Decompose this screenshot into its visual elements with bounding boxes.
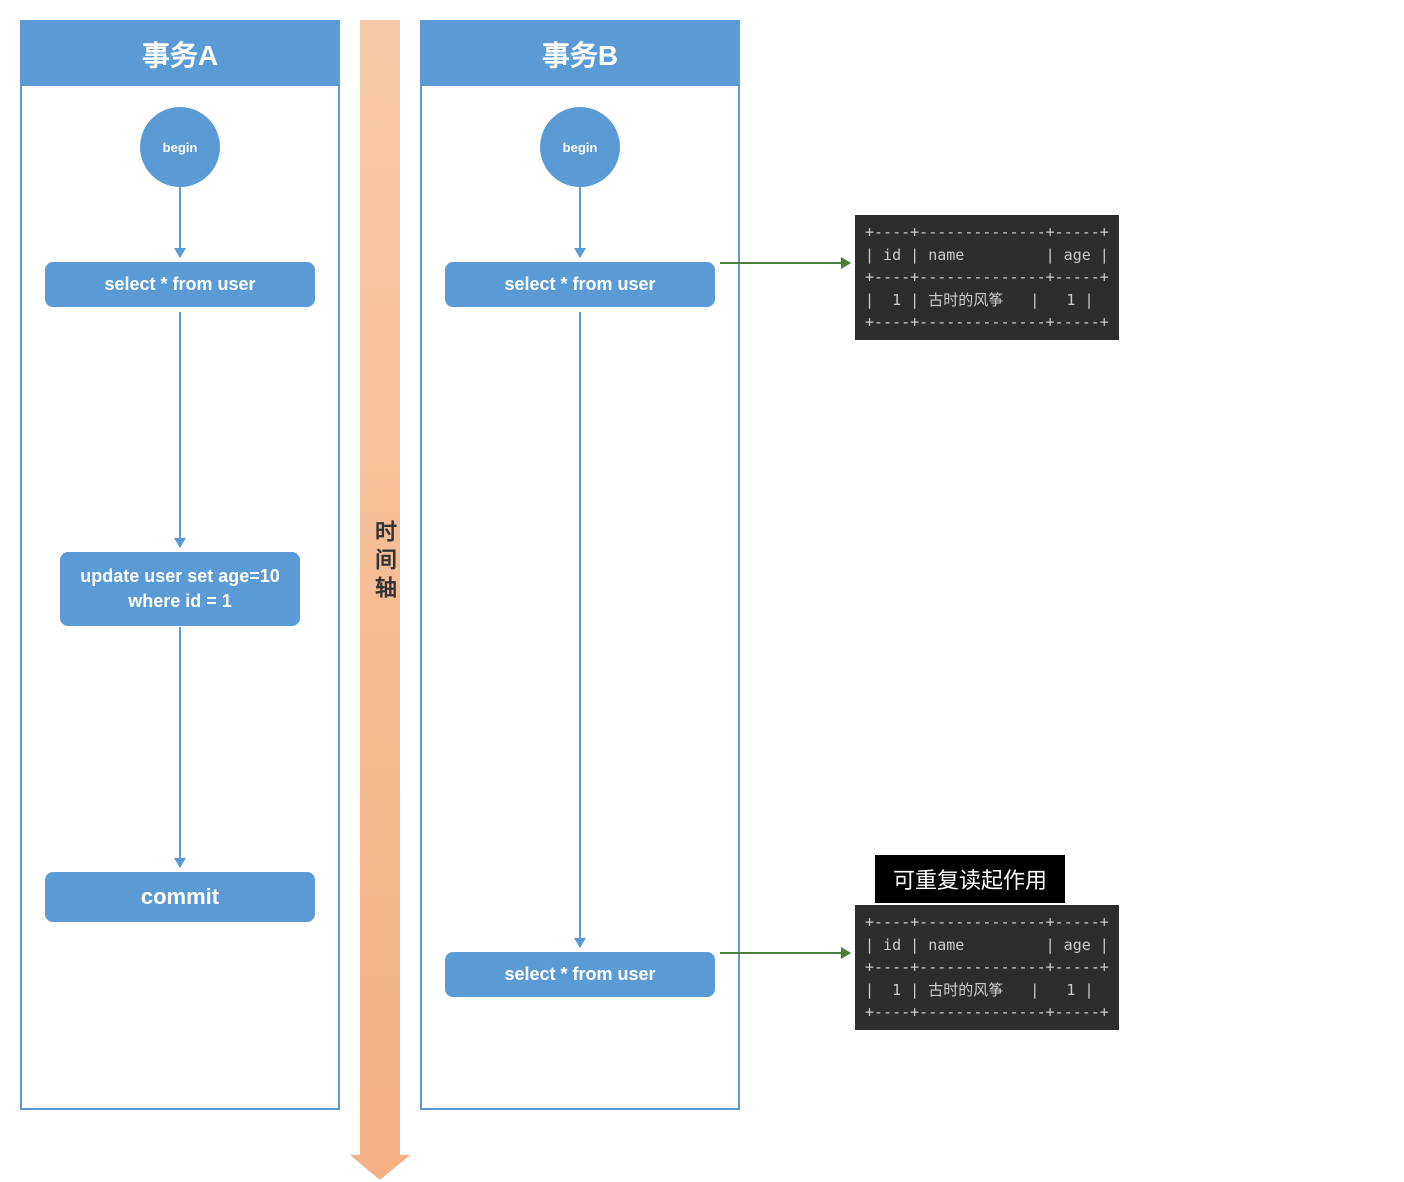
- result-table-2: +----+--------------+-----+ | id | name …: [855, 905, 1119, 1030]
- transaction-a-step-select: select * from user: [45, 262, 315, 307]
- arrow-line: [179, 187, 181, 257]
- transaction-a-title: 事务A: [22, 22, 338, 86]
- transaction-b-box: 事务B begin select * from user select * fr…: [420, 20, 740, 1110]
- transaction-a-step-commit: commit: [45, 872, 315, 922]
- transaction-a-step-update: update user set age=10 where id = 1: [60, 552, 300, 626]
- transaction-a-box: 事务A begin select * from user update user…: [20, 20, 340, 1110]
- transaction-b-begin: begin: [540, 107, 620, 187]
- table-row: | 1 | 古时的风筝 | 1 |: [865, 291, 1094, 309]
- table-border: +----+--------------+-----+: [865, 223, 1109, 241]
- transaction-b-step-select-2: select * from user: [445, 952, 715, 997]
- arrow-line: [179, 627, 181, 867]
- table-row: | 1 | 古时的风筝 | 1 |: [865, 981, 1094, 999]
- transaction-b-title: 事务B: [422, 22, 738, 86]
- transaction-a-begin: begin: [140, 107, 220, 187]
- result-table-1: +----+--------------+-----+ | id | name …: [855, 215, 1119, 340]
- table-border: +----+--------------+-----+: [865, 1003, 1109, 1021]
- repeatable-read-note: 可重复读起作用: [875, 855, 1065, 903]
- arrow-line: [579, 312, 581, 947]
- table-border: +----+--------------+-----+: [865, 313, 1109, 331]
- horiz-arrow-2: [720, 952, 850, 954]
- arrow-line: [579, 187, 581, 257]
- transaction-b-step-select-1: select * from user: [445, 262, 715, 307]
- arrow-line: [179, 312, 181, 547]
- table-border: +----+--------------+-----+: [865, 268, 1109, 286]
- table-header: | id | name | age |: [865, 246, 1109, 264]
- table-header: | id | name | age |: [865, 936, 1109, 954]
- horiz-arrow-1: [720, 262, 850, 264]
- timeline-label: 时间轴: [368, 520, 400, 604]
- table-border: +----+--------------+-----+: [865, 913, 1109, 931]
- table-border: +----+--------------+-----+: [865, 958, 1109, 976]
